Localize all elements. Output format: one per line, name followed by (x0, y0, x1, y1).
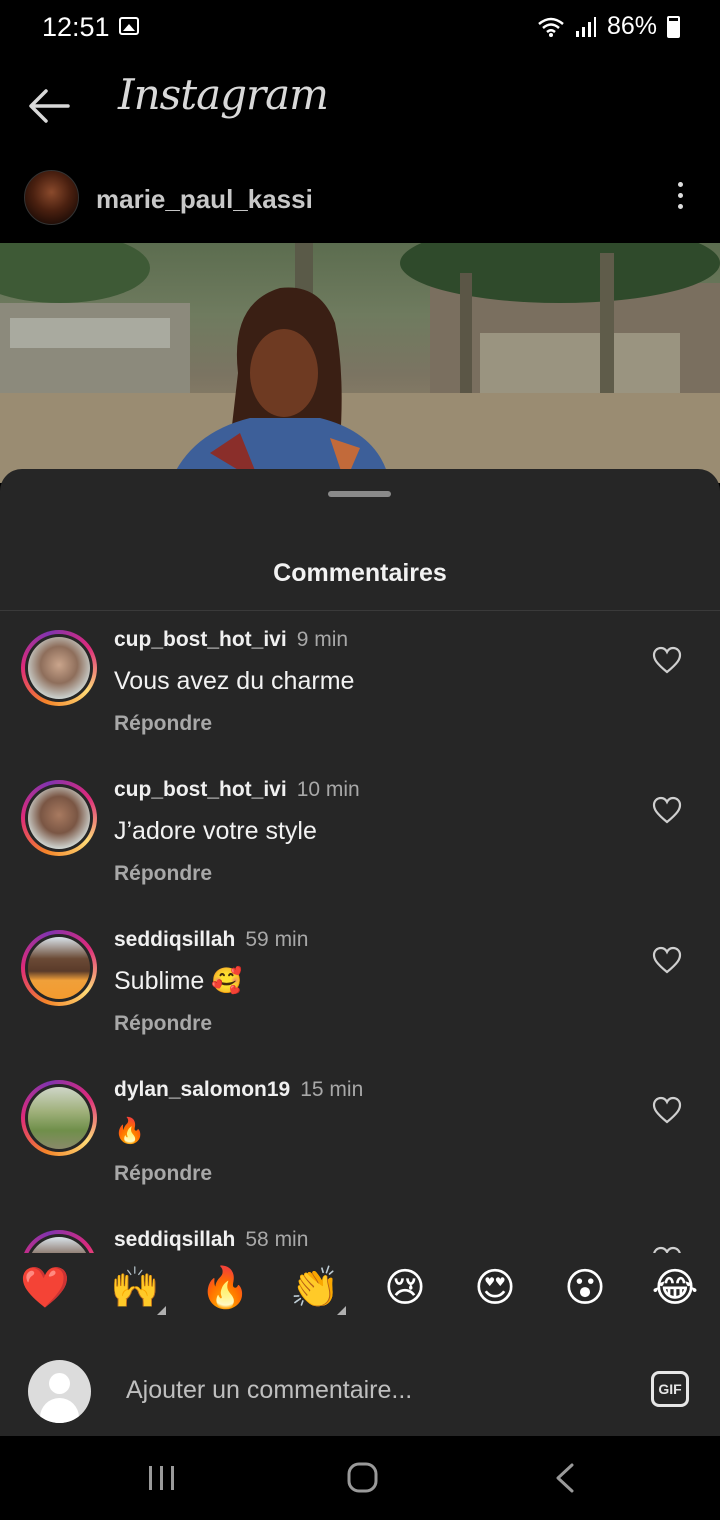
comment-username[interactable]: cup_bost_hot_ivi (114, 628, 287, 651)
current-user-avatar (28, 1360, 91, 1423)
comment-input[interactable] (116, 1366, 636, 1414)
heart-icon[interactable] (652, 946, 682, 974)
reply-button[interactable]: Répondre (114, 1012, 212, 1036)
drag-handle[interactable] (328, 491, 391, 497)
system-nav-bar (0, 1436, 720, 1520)
emoji-raising-hands[interactable]: 🙌 (110, 1263, 166, 1315)
commenter-avatar[interactable] (21, 930, 97, 1006)
post-photo (0, 243, 720, 483)
comment-time: 59 min (245, 928, 309, 951)
emoji-surprised[interactable]: 😮 (560, 1263, 610, 1313)
image-notification-icon (119, 17, 139, 35)
comments-sheet: Commentaires cup_bost_hot_ivi 9 min Vous … (0, 469, 720, 1436)
commenter-avatar[interactable] (21, 1230, 97, 1253)
comment-time: 9 min (296, 628, 349, 651)
comment-text: Vous avez du charme (114, 667, 355, 695)
comment-username[interactable]: seddiqsillah (114, 928, 235, 951)
post-author-username[interactable]: marie_paul_kassi (96, 184, 313, 215)
gif-button[interactable]: GIF (651, 1371, 689, 1407)
comment-username[interactable]: seddiqsillah (114, 1228, 235, 1251)
comment-username[interactable]: dylan_salomon19 (114, 1078, 290, 1101)
emoji-quick-bar: ❤️ 🙌 🔥 👏 😢 😍 😮 😂 (0, 1253, 720, 1319)
status-indicators: 86% (537, 12, 680, 41)
recent-apps-icon[interactable] (142, 1462, 182, 1494)
heart-icon[interactable] (652, 796, 682, 824)
comment-text: 🔥 (114, 1117, 146, 1145)
more-options-icon[interactable] (670, 182, 690, 214)
comment-text: J’adore votre style (114, 817, 317, 845)
comment-composer: GIF (0, 1342, 720, 1436)
app-header: Instagram (0, 60, 720, 150)
emoji-fire[interactable]: 🔥 (200, 1263, 250, 1313)
back-arrow-icon[interactable] (26, 86, 72, 126)
instagram-logo: Instagram (118, 70, 329, 119)
reply-button[interactable]: Répondre (114, 862, 212, 886)
comment-item: seddiqsillah 59 min Sublime 🥰 Répondre (0, 911, 720, 1061)
signal-icon (575, 16, 596, 37)
comment-item: cup_bost_hot_ivi 9 min Vous avez du charm… (0, 611, 720, 761)
heart-icon[interactable] (652, 1096, 682, 1124)
reply-button[interactable]: Répondre (114, 712, 212, 736)
commenter-avatar[interactable] (21, 780, 97, 856)
heart-icon[interactable] (652, 1246, 682, 1253)
sheet-title: Commentaires (273, 559, 447, 587)
post-author-avatar[interactable] (24, 170, 79, 225)
comment-item: cup_bost_hot_ivi 10 min J’adore votre sty… (0, 761, 720, 911)
emoji-crying[interactable]: 😢 (380, 1263, 430, 1313)
comment-item: seddiqsillah 58 min (0, 1211, 720, 1253)
battery-percent: 86% (606, 12, 657, 40)
comment-text: Sublime 🥰 (114, 967, 243, 995)
emoji-clapping[interactable]: 👏 (290, 1263, 346, 1315)
comments-list[interactable]: cup_bost_hot_ivi 9 min Vous avez du charm… (0, 611, 720, 1253)
comment-time: 10 min (296, 778, 360, 801)
comment-time: 58 min (245, 1228, 309, 1251)
commenter-avatar[interactable] (21, 1080, 97, 1156)
status-bar: 12:51 86% (0, 0, 720, 56)
battery-icon (667, 15, 680, 38)
comment-item: dylan_salomon19 15 min 🔥 Répondre (0, 1061, 720, 1211)
wifi-icon (538, 17, 564, 37)
emoji-heart[interactable]: ❤️ (20, 1263, 70, 1313)
emoji-joy[interactable]: 😂 (650, 1263, 700, 1313)
home-icon[interactable] (342, 1462, 382, 1494)
back-nav-icon[interactable] (546, 1462, 586, 1494)
commenter-avatar[interactable] (21, 630, 97, 706)
heart-icon[interactable] (652, 646, 682, 674)
post-image[interactable] (0, 243, 720, 483)
comment-username[interactable]: cup_bost_hot_ivi (114, 778, 287, 801)
reply-button[interactable]: Répondre (114, 1162, 212, 1186)
emoji-heart-eyes[interactable]: 😍 (470, 1263, 520, 1313)
post-header: marie_paul_kassi (0, 168, 720, 228)
status-time: 12:51 (42, 12, 110, 42)
comment-time: 15 min (300, 1078, 364, 1101)
